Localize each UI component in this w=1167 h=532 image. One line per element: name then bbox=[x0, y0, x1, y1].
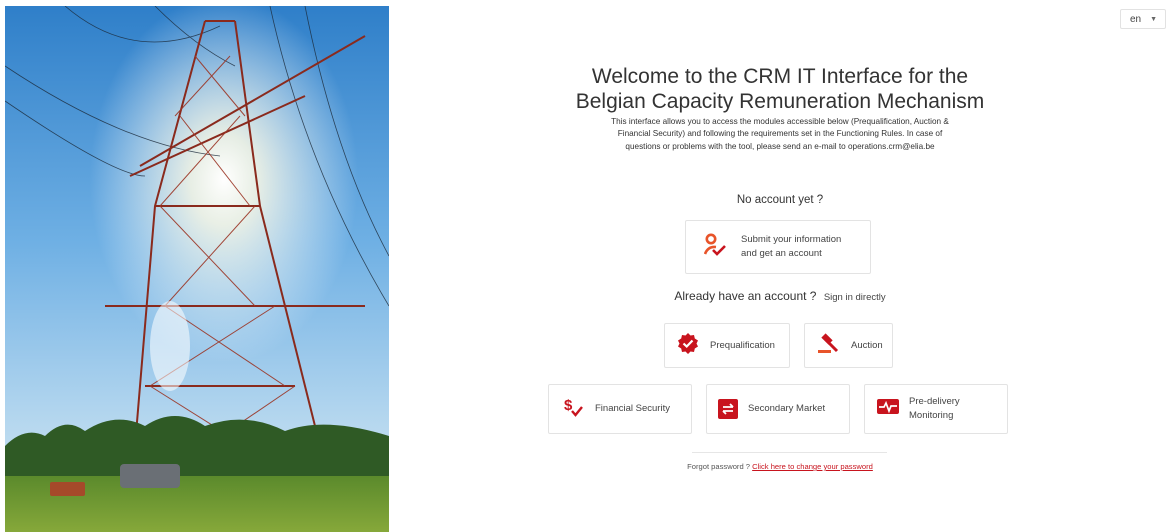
intro-line-2: Financial Security) and following the re… bbox=[617, 129, 943, 139]
signup-button[interactable]: Submit your information and get an accou… bbox=[685, 220, 871, 274]
user-check-icon bbox=[703, 233, 726, 262]
language-value: en bbox=[1130, 13, 1142, 25]
prequalification-label: Prequalification bbox=[710, 339, 775, 351]
gavel-icon bbox=[817, 331, 841, 360]
prequalification-button[interactable]: Prequalification bbox=[664, 323, 790, 368]
hero-image bbox=[5, 6, 389, 532]
divider bbox=[692, 452, 887, 453]
signin-subheading: Sign in directly bbox=[823, 292, 886, 303]
pulse-monitor-icon bbox=[877, 398, 899, 421]
signup-label: Submit your information and get an accou… bbox=[741, 233, 841, 261]
intro-text: This interface allows you to access the … bbox=[534, 116, 1026, 153]
forgot-password-text: Forgot password ? bbox=[687, 462, 751, 471]
intro-line-1: This interface allows you to access the … bbox=[611, 117, 949, 126]
badge-check-icon bbox=[677, 332, 699, 359]
pre-delivery-label-line-1: Pre-delivery bbox=[909, 396, 960, 407]
financial-security-button[interactable]: $ Financial Security bbox=[548, 384, 692, 434]
no-account-heading: No account yet ? bbox=[736, 194, 824, 206]
auction-label: Auction bbox=[851, 339, 883, 351]
exchange-icon bbox=[718, 399, 738, 419]
intro-line-3: questions or problems with the tool, ple… bbox=[625, 141, 935, 151]
signin-heading: Already have an account ? Sign in direct… bbox=[534, 289, 1026, 303]
language-select[interactable]: en ▼ bbox=[1120, 9, 1166, 29]
signup-label-line-2: and get an account bbox=[741, 248, 822, 259]
secondary-market-button[interactable]: Secondary Market bbox=[706, 384, 850, 434]
pre-delivery-monitoring-label: Pre-delivery Monitoring bbox=[909, 395, 960, 423]
signin-heading-text: Already have an account ? bbox=[674, 289, 817, 303]
secondary-market-label: Secondary Market bbox=[748, 403, 826, 414]
pre-delivery-label-line-2: Monitoring bbox=[909, 410, 954, 421]
change-password-link[interactable]: Click here to change your password bbox=[752, 462, 873, 471]
dollar-check-icon: $ bbox=[563, 396, 583, 423]
forgot-password: Forgot password ? Click here to change y… bbox=[534, 462, 1026, 471]
signup-label-line-1: Submit your information bbox=[741, 234, 842, 245]
pre-delivery-monitoring-button[interactable]: Pre-delivery Monitoring bbox=[864, 384, 1008, 434]
title-line-2: Belgian Capacity Remuneration Mechanism bbox=[575, 90, 985, 113]
financial-security-label: Financial Security bbox=[595, 403, 670, 414]
page-title: Welcome to the CRM IT Interface for the … bbox=[534, 64, 1026, 114]
title-line-1: Welcome to the CRM IT Interface for the bbox=[591, 65, 969, 88]
chevron-down-icon: ▼ bbox=[1150, 15, 1158, 23]
auction-button[interactable]: Auction bbox=[804, 323, 893, 368]
